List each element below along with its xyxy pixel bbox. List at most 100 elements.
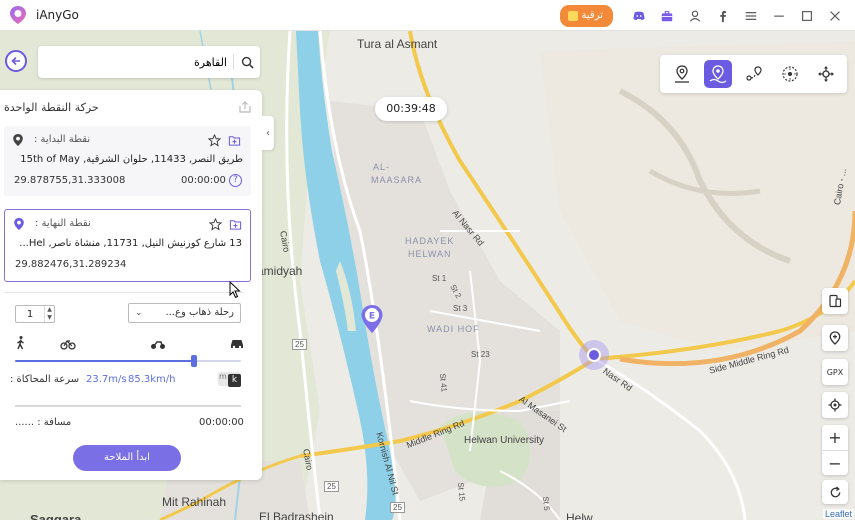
elapsed-time: 00:00:00 xyxy=(199,417,244,428)
refresh-button[interactable] xyxy=(822,480,848,504)
mouse-cursor-icon xyxy=(229,281,241,299)
joystick-movement-button[interactable] xyxy=(776,60,804,88)
multi-point-route-icon xyxy=(746,66,762,81)
single-point-route-icon xyxy=(709,65,727,84)
maximize-icon[interactable] xyxy=(795,4,819,28)
facebook-icon[interactable] xyxy=(711,4,735,28)
toolbox-icon[interactable] xyxy=(655,4,679,28)
car-icon[interactable] xyxy=(229,335,245,351)
upgrade-label: ترقية xyxy=(581,10,603,21)
joystick-icon xyxy=(782,66,798,82)
unit-k: k xyxy=(228,374,241,387)
trip-type-value: رحلة ذهاب وع... xyxy=(165,307,234,318)
chevron-down-icon: ⌄ xyxy=(135,308,143,318)
user-icon[interactable] xyxy=(683,4,707,28)
gift-icon xyxy=(567,10,578,21)
map-label-hadayek-line1: HADAYEK xyxy=(405,236,455,246)
stepper-arrows-icon[interactable]: ▲ ▼ xyxy=(44,306,54,322)
divider xyxy=(4,292,244,293)
map-label-route-25-a: 25 xyxy=(292,339,307,350)
map-label-maasara-line1: AL- xyxy=(373,162,391,172)
chevron-left-icon: ‹ xyxy=(266,127,270,139)
gpx-import-button[interactable]: GPX xyxy=(822,359,848,385)
movement-mode-row xyxy=(13,335,245,353)
single-spot-movement-button[interactable] xyxy=(704,60,732,88)
map-label-st5: St 5 xyxy=(541,496,552,511)
zoom-in-button[interactable]: + xyxy=(822,425,848,450)
mode-toolbar xyxy=(660,55,847,93)
map-label-hawamdiyah: amidyah xyxy=(257,264,303,278)
map-label-st15: St 15 xyxy=(456,482,467,502)
cycling-icon[interactable] xyxy=(60,335,76,351)
end-point-coordinates: 29.882476,31.289234 xyxy=(15,259,127,270)
map-label-st41: St 41 xyxy=(438,373,449,393)
motorcycle-icon[interactable] xyxy=(150,335,166,351)
progress-track xyxy=(15,405,241,407)
iany-go-logo-icon xyxy=(10,6,26,24)
start-point-coordinates: 29.878755,31.333008 xyxy=(14,175,126,186)
menu-icon[interactable] xyxy=(739,4,763,28)
start-point-card[interactable]: نقطة البداية : طريق النصر, 11433, حلوان … xyxy=(4,126,251,196)
discord-icon[interactable] xyxy=(627,4,651,28)
teleport-mode-button[interactable] xyxy=(668,60,696,88)
map-label-badrashein: El Badrashein xyxy=(259,510,334,520)
map-label-route-25-c: 25 xyxy=(390,502,405,513)
location-pin-icon xyxy=(13,134,23,146)
share-icon[interactable] xyxy=(238,100,252,114)
teleport-pin-icon xyxy=(675,65,689,83)
panel-title: حركة النقطة الواحدة xyxy=(4,101,99,114)
map-label-route-25-b: 25 xyxy=(324,481,339,492)
speed-kmh-value: 85.3km/h xyxy=(128,374,176,385)
map-label-st3: St 3 xyxy=(453,304,468,313)
search-input[interactable] xyxy=(38,46,233,78)
speed-slider-handle[interactable] xyxy=(190,355,197,367)
walking-icon[interactable] xyxy=(13,335,29,351)
help-icon[interactable]: ? xyxy=(229,174,242,187)
search-icon xyxy=(241,56,254,69)
saved-locations-button[interactable] xyxy=(822,325,848,351)
map-label-st23: St 23 xyxy=(471,350,490,359)
map-label-tura: Tura al Asmant xyxy=(357,37,438,51)
multi-spot-movement-button[interactable] xyxy=(740,60,768,88)
save-favorite-icon[interactable] xyxy=(229,218,242,231)
save-favorite-icon[interactable] xyxy=(228,134,241,147)
end-point-marker-icon[interactable]: E xyxy=(360,304,384,334)
current-location-marker-icon xyxy=(579,340,609,370)
app-title: iAnyGo xyxy=(36,8,79,22)
star-icon[interactable] xyxy=(209,218,222,231)
svg-text:E: E xyxy=(369,312,375,322)
star-icon[interactable] xyxy=(208,134,221,147)
end-point-address: 13 شارع كورنيش النيل, 11731, منشأة ناصر,… xyxy=(19,238,242,249)
repeat-count-stepper[interactable]: 1 ▲ ▼ xyxy=(15,305,55,323)
start-point-address: طريق النصر, 11433, حلوان الشرقية, 15th o… xyxy=(20,154,243,165)
speed-unit-toggle[interactable]: m k xyxy=(218,372,241,387)
refresh-icon xyxy=(830,485,840,497)
leaflet-attribution-link[interactable]: Leaflet xyxy=(823,509,855,519)
map-label-wadi-hof: WADI HOF xyxy=(427,324,480,334)
device-switch-button[interactable] xyxy=(822,288,848,314)
route-timer: 00:39:48 xyxy=(375,97,447,121)
title-bar: iAnyGo ترقية xyxy=(0,0,855,31)
move-arrows-icon xyxy=(818,66,834,82)
search-button[interactable] xyxy=(234,47,260,77)
crosshair-icon xyxy=(828,398,842,412)
close-icon[interactable] xyxy=(823,4,847,28)
minimize-icon[interactable] xyxy=(767,4,791,28)
speed-label: سرعة المحاكاة : xyxy=(10,374,80,385)
speed-slider[interactable] xyxy=(15,355,241,367)
arrow-left-icon xyxy=(11,56,20,66)
map-label-hadayek-line2: HELWAN xyxy=(408,249,452,259)
trip-type-select[interactable]: رحلة ذهاب وع... ⌄ xyxy=(128,303,241,323)
back-button[interactable] xyxy=(5,50,27,72)
zoom-out-button[interactable]: − xyxy=(822,450,848,475)
speed-ms-value: 23.7m/s xyxy=(86,374,127,385)
map-label-st1: St 1 xyxy=(432,274,447,283)
start-navigation-button[interactable]: ابدأ الملاحة xyxy=(73,445,181,471)
upgrade-button[interactable]: ترقية xyxy=(559,4,613,27)
end-point-card[interactable]: نقطة النهاية : 13 شارع كورنيش النيل, 117… xyxy=(4,209,251,282)
multi-device-button[interactable] xyxy=(812,60,840,88)
speed-row: سرعة المحاكاة : 85.3km/h 23.7m/s m k xyxy=(10,372,242,390)
start-point-label: نقطة البداية : xyxy=(34,134,91,145)
collapse-panel-button[interactable]: ‹ xyxy=(262,116,274,150)
locate-me-button[interactable] xyxy=(822,392,848,418)
